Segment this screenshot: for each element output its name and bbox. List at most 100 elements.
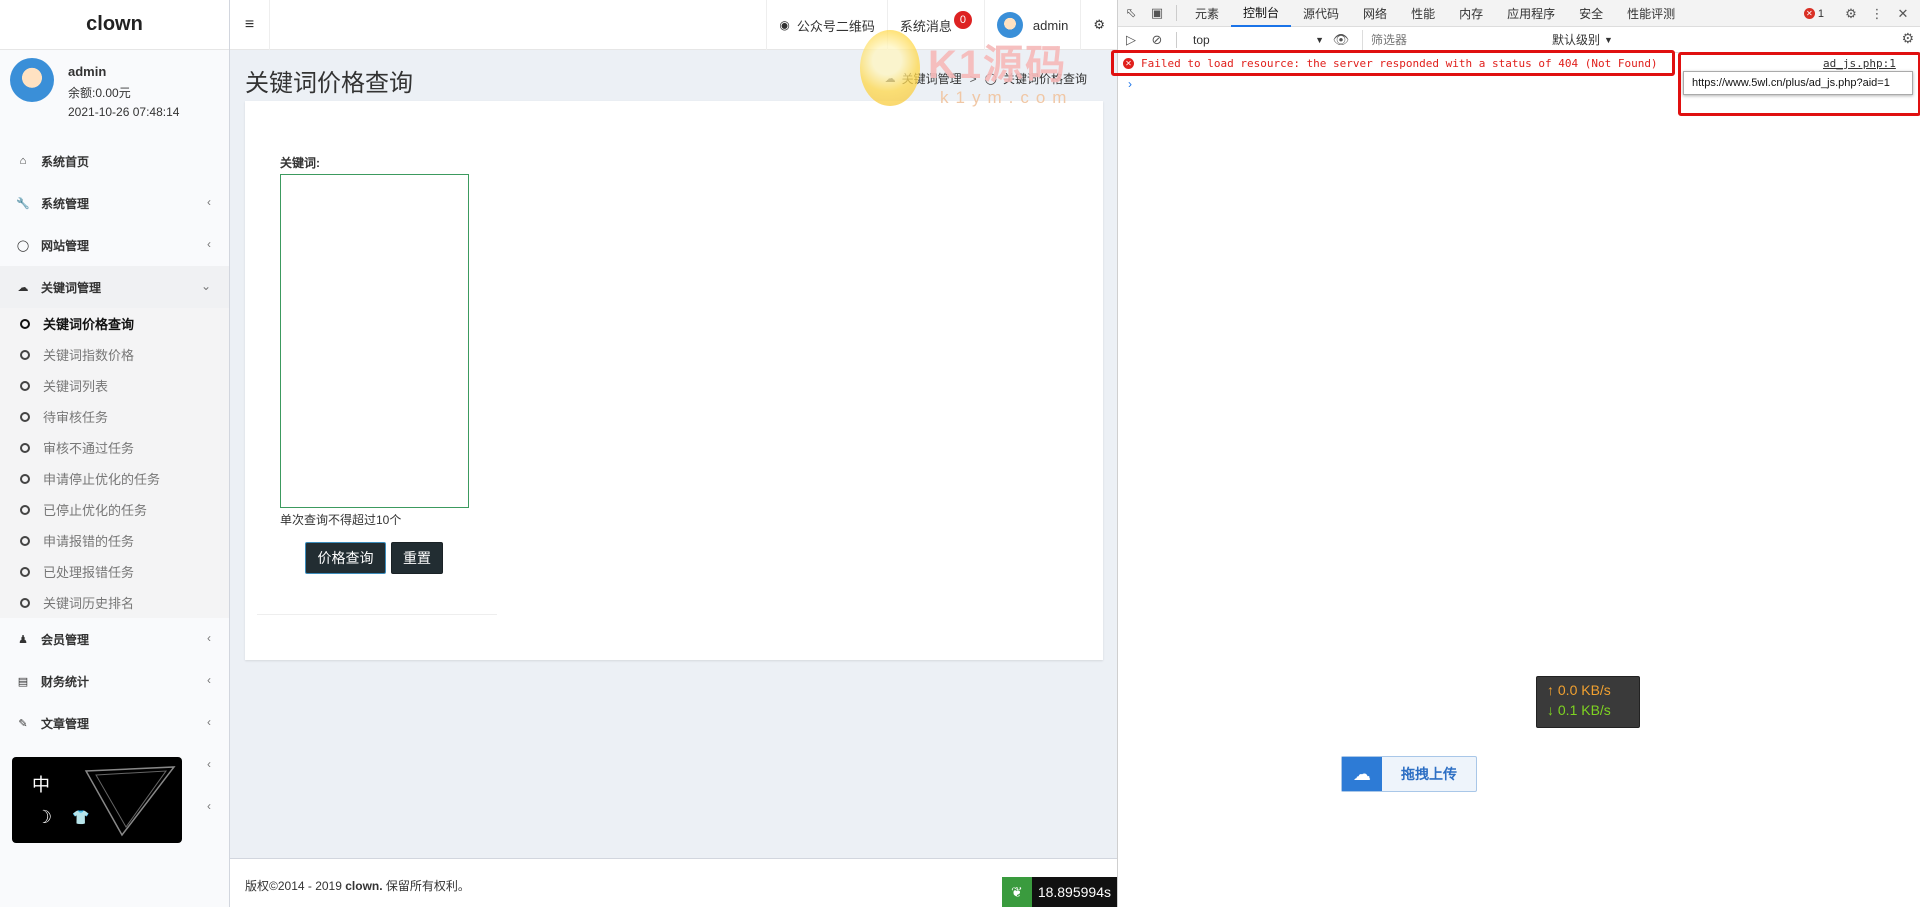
drag-upload-button[interactable]: ☁ 拖拽上传 (1341, 756, 1477, 792)
error-counter[interactable]: ✕ 1 (1803, 8, 1824, 20)
sidebar-toggle-button[interactable]: ≡ (230, 0, 270, 50)
device-toggle-icon[interactable]: ▣ (1144, 0, 1170, 27)
chevron-left-icon: ‹ (207, 799, 211, 813)
upload-speed: ↑ 0.0 KB/s (1547, 682, 1611, 698)
tab-application[interactable]: 应用程序 (1495, 0, 1567, 27)
console-error-message[interactable]: ✕ Failed to load resource: the server re… (1123, 57, 1658, 70)
settings-button[interactable]: ⚙ (1080, 0, 1117, 50)
circle-icon (20, 504, 30, 515)
cloud-upload-icon: ☁ (1342, 757, 1382, 791)
sidebar-subitem-keyword-list[interactable]: 关键词列表 (0, 370, 229, 401)
triangle-logo-icon (84, 766, 176, 837)
language-toggle[interactable]: 中 (32, 771, 50, 797)
logo[interactable]: clown (0, 0, 229, 50)
devtools-panel: ⬁ ▣ 元素 控制台 源代码 网络 性能 内存 应用程序 安全 性能评测 ✕ 1… (1111, 0, 1920, 907)
reset-button[interactable]: 重置 (391, 542, 443, 574)
chevron-left-icon: ‹ (207, 673, 211, 687)
tab-security[interactable]: 安全 (1567, 0, 1615, 27)
tab-elements[interactable]: 元素 (1183, 0, 1231, 27)
system-messages-link[interactable]: 系统消息 0 (886, 0, 984, 50)
download-speed: ↓ 0.1 KB/s (1547, 702, 1611, 718)
tab-memory[interactable]: 内存 (1447, 0, 1495, 27)
sidebar-item-keywords[interactable]: ☁ 关键词管理 ⌄ (0, 266, 229, 308)
tab-sources[interactable]: 源代码 (1291, 0, 1351, 27)
sidebar-subitem-history-rank[interactable]: 关键词历史排名 (0, 587, 229, 618)
user-login-time: 2021-10-26 07:48:14 (68, 105, 180, 119)
avatar (10, 58, 54, 102)
sidebar-item-finance[interactable]: ▤ 财务统计 ‹ (0, 660, 229, 702)
sidebar-item-members[interactable]: ♟ 会员管理 ‹ (0, 618, 229, 660)
header-nav: ◉ 公众号二维码 系统消息 0 admin ⚙ (766, 0, 1117, 50)
sidebar-subitem-pending[interactable]: 待审核任务 (0, 401, 229, 432)
sidebar-subitem-stop-request[interactable]: 申请停止优化的任务 (0, 463, 229, 494)
network-speed-widget[interactable]: ↑ 0.0 KB/s ↓ 0.1 KB/s (1536, 676, 1640, 728)
sidebar-item-label: 财务统计 (41, 674, 90, 689)
home-icon: ⌂ (19, 155, 27, 167)
sidebar-item-label: 会员管理 (41, 632, 90, 647)
keywords-label: 关键词: (280, 156, 320, 170)
keywords-textarea[interactable] (280, 174, 469, 508)
circle-icon: ◯ (984, 73, 997, 85)
clear-console-icon[interactable]: ⊘ (1144, 26, 1170, 53)
keywords-hint: 单次查询不得超过10个 (280, 513, 402, 527)
console-settings-gear-icon[interactable]: ⚙ (1901, 30, 1914, 47)
qr-code-link[interactable]: ◉ 公众号二维码 (766, 0, 887, 50)
sidebar-subitem-index-price[interactable]: 关键词指数价格 (0, 339, 229, 370)
sidebar-item-label: 网站管理 (41, 238, 90, 253)
close-icon[interactable]: ✕ (1890, 0, 1916, 27)
chevron-down-icon: ⌄ (200, 279, 211, 293)
messages-count-badge: 0 (953, 11, 972, 29)
page-title: 关键词价格查询 (245, 70, 413, 97)
dropdown-arrow-icon: ▼ (1315, 34, 1324, 45)
breadcrumb-item-current: 关键词价格查询 (1002, 72, 1087, 86)
circle-icon (20, 473, 30, 484)
users-icon: ♟ (18, 633, 28, 646)
circle-icon (20, 380, 30, 391)
circle-icon (20, 535, 30, 546)
gears-icon: ⚙ (1093, 17, 1105, 32)
sidebar-item-label: 系统管理 (41, 196, 90, 211)
moon-icon[interactable]: ☽ (36, 807, 52, 828)
theme-widget[interactable]: 中 ☽ 👕 (12, 757, 182, 843)
chevron-left-icon: ‹ (207, 757, 211, 771)
sidebar-subitem-error-request[interactable]: 申请报错的任务 (0, 525, 229, 556)
console-prompt[interactable]: › (1128, 77, 1132, 91)
kebab-menu-icon[interactable]: ⋮ (1864, 0, 1890, 27)
content-header: 关键词价格查询 ☁ 关键词管理 > ◯ 关键词价格查询 (230, 51, 1117, 101)
sidebar: clown admin 余额:0.00元 2021-10-26 07:48:14… (0, 0, 230, 907)
top-header: ≡ ◉ 公众号二维码 系统消息 0 admin ⚙ (230, 0, 1117, 50)
sidebar-subitem-stopped[interactable]: 已停止优化的任务 (0, 494, 229, 525)
circle-icon (20, 566, 30, 577)
sidebar-toggle-icon[interactable]: ▷ (1118, 26, 1144, 53)
sidebar-item-home[interactable]: ⌂ 系统首页 (0, 140, 229, 182)
log-level-select[interactable]: 默认级别 ▼ (1552, 31, 1613, 48)
breadcrumb-item[interactable]: 关键词管理 (902, 70, 962, 87)
console-filter-input[interactable] (1362, 29, 1542, 50)
price-query-button[interactable]: 价格查询 (305, 542, 386, 574)
copyright: 版权©2014 - 2019 clown. 保留所有权利。 (245, 879, 470, 893)
gear-icon[interactable]: ⚙ (1838, 0, 1864, 27)
sidebar-menu: ⌂ 系统首页 🔧 系统管理 ‹ ◯ 网站管理 ‹ ☁ 关键词管理 ⌄ 关键词价格… (0, 140, 229, 828)
sidebar-subitem-error-handled[interactable]: 已处理报错任务 (0, 556, 229, 587)
leaf-icon: ❦ (1001, 877, 1032, 907)
sidebar-item-website[interactable]: ◯ 网站管理 ‹ (0, 224, 229, 266)
card-icon: ▤ (17, 675, 29, 688)
keywords-submenu: 关键词价格查询 关键词指数价格 关键词列表 待审核任务 审核不通过任务 申请停止… (0, 308, 229, 618)
eye-icon[interactable]: 👁 (1328, 26, 1354, 53)
sidebar-item-system[interactable]: 🔧 系统管理 ‹ (0, 182, 229, 224)
sidebar-subitem-rejected[interactable]: 审核不通过任务 (0, 432, 229, 463)
edit-icon: ✎ (18, 717, 28, 730)
tab-performance[interactable]: 性能 (1399, 0, 1447, 27)
circle-icon (20, 349, 30, 360)
brand-link[interactable]: clown. (345, 879, 382, 893)
sidebar-subitem-price-query[interactable]: 关键词价格查询 (0, 308, 229, 339)
inspect-element-icon[interactable]: ⬁ (1118, 0, 1144, 27)
context-select[interactable]: top ▼ (1193, 30, 1328, 50)
sidebar-item-articles[interactable]: ✎ 文章管理 ‹ (0, 702, 229, 744)
tab-console[interactable]: 控制台 (1231, 0, 1292, 27)
avatar (996, 12, 1023, 38)
divider (1176, 31, 1177, 48)
tab-lighthouse[interactable]: 性能评测 (1615, 0, 1687, 27)
user-menu[interactable]: admin (983, 0, 1080, 50)
tab-network[interactable]: 网络 (1351, 0, 1399, 27)
